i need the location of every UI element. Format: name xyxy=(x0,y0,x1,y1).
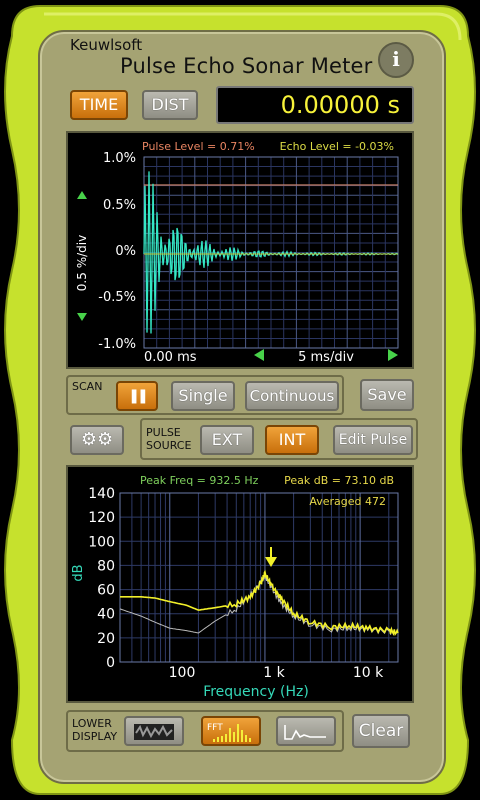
lower-display-label-line1: LOWER xyxy=(72,717,112,730)
waterfall-icon xyxy=(134,724,174,740)
scope-x-start: 0.00 ms xyxy=(144,350,197,365)
ext-source-button[interactable]: EXT xyxy=(200,425,254,455)
info-button[interactable]: i xyxy=(378,42,414,78)
spectrum-y-axis-label: dB xyxy=(71,564,86,581)
brand-label: Keuwlsoft xyxy=(70,36,143,54)
spectrum-y-tick: 40 xyxy=(97,607,115,623)
edit-pulse-button[interactable]: Edit Pulse xyxy=(333,425,413,455)
spectrum-y-tick: 80 xyxy=(97,558,115,574)
spectrum-y-tick: 120 xyxy=(88,510,115,526)
pulse-source-label-line2: SOURCE xyxy=(146,439,192,452)
app-title: Pulse Echo Sonar Meter xyxy=(120,54,373,78)
spectrum-grid xyxy=(119,492,399,663)
settings-button[interactable]: ⚙⚙ xyxy=(70,425,124,455)
scope-display-button[interactable] xyxy=(276,716,336,746)
scope-scale-up-icon[interactable] xyxy=(77,191,87,199)
spectrum-y-ticks: 0 20 40 60 80 100 120 140 xyxy=(88,486,115,671)
scope-y-tick: 1.0% xyxy=(103,151,136,166)
pause-button[interactable]: ❚❚ xyxy=(116,381,158,411)
time-readout: 0.00000 s xyxy=(216,86,414,124)
clear-button[interactable]: Clear xyxy=(352,714,410,748)
peak-marker-icon xyxy=(265,547,277,567)
spectrum-screen: 0 20 40 60 80 100 120 140 Peak Freq = 932.5 Hz … xyxy=(66,465,414,703)
pulse-source-label-line1: PULSE xyxy=(146,426,181,439)
echo-level-text: Echo Level = -0.03% xyxy=(280,140,394,153)
scope-x-div: 5 ms/div xyxy=(298,350,354,365)
time-mode-button[interactable]: TIME xyxy=(70,90,128,120)
scope-time-left-icon[interactable] xyxy=(254,349,264,361)
scope-y-tick: -1.0% xyxy=(98,337,136,352)
peak-freq-text: Peak Freq = 932.5 Hz xyxy=(140,474,259,487)
scope-time-right-icon[interactable] xyxy=(388,349,398,361)
scope-y-tick: -0.5% xyxy=(98,290,136,305)
spectrum-y-tick: 20 xyxy=(97,631,115,647)
single-scan-button[interactable]: Single xyxy=(171,381,235,411)
peak-db-text: Peak dB = 73.10 dB xyxy=(284,474,394,487)
waterfall-display-button[interactable] xyxy=(124,716,184,746)
scope-y-tick: 0% xyxy=(115,244,136,259)
svg-text:FFT: FFT xyxy=(207,723,223,733)
scope-y-tick: 0.5% xyxy=(103,198,136,213)
waveform-icon xyxy=(284,725,326,740)
spectrum-y-tick: 0 xyxy=(106,655,115,671)
spectrum-x-axis-label: Frequency (Hz) xyxy=(203,684,309,700)
spectrum-x-tick: 1 k xyxy=(263,665,285,681)
spectrum-plot: 020406080100120140 Peak Freq = 932.5 Hz … xyxy=(71,474,399,700)
spectrum-y-tick: 60 xyxy=(97,583,115,599)
scan-label: SCAN xyxy=(72,380,103,393)
fft-display-button[interactable]: FFT xyxy=(201,716,261,746)
averaged-text: Averaged 472 xyxy=(309,495,386,508)
save-button[interactable]: Save xyxy=(360,379,414,411)
spectrum-y-tick: 100 xyxy=(88,534,115,550)
int-source-button[interactable]: INT xyxy=(265,425,319,455)
spectrum-x-tick: 10 k xyxy=(353,665,384,681)
spectrum-y-tick: 140 xyxy=(88,486,115,502)
lower-display-label-line2: DISPLAY xyxy=(72,730,118,743)
scope-scale-down-icon[interactable] xyxy=(77,313,87,321)
pulse-level-text: Pulse Level = 0.71% xyxy=(142,140,255,153)
spectrum-x-tick: 100 xyxy=(169,665,196,681)
spectrum-series xyxy=(119,569,399,636)
continuous-scan-button[interactable]: Continuous xyxy=(245,381,339,411)
scope-plot: Pulse Level = 0.71% Echo Level = -0.03% … xyxy=(75,140,399,365)
dist-mode-button[interactable]: DIST xyxy=(142,90,198,120)
fft-icon: FFT xyxy=(207,723,251,742)
scope-y-axis-label: 0.5 %/div xyxy=(75,235,89,291)
scope-screen: Pulse Level = 0.71% Echo Level = -0.03% … xyxy=(66,131,414,369)
gear-icon: ⚙⚙ xyxy=(80,429,114,450)
